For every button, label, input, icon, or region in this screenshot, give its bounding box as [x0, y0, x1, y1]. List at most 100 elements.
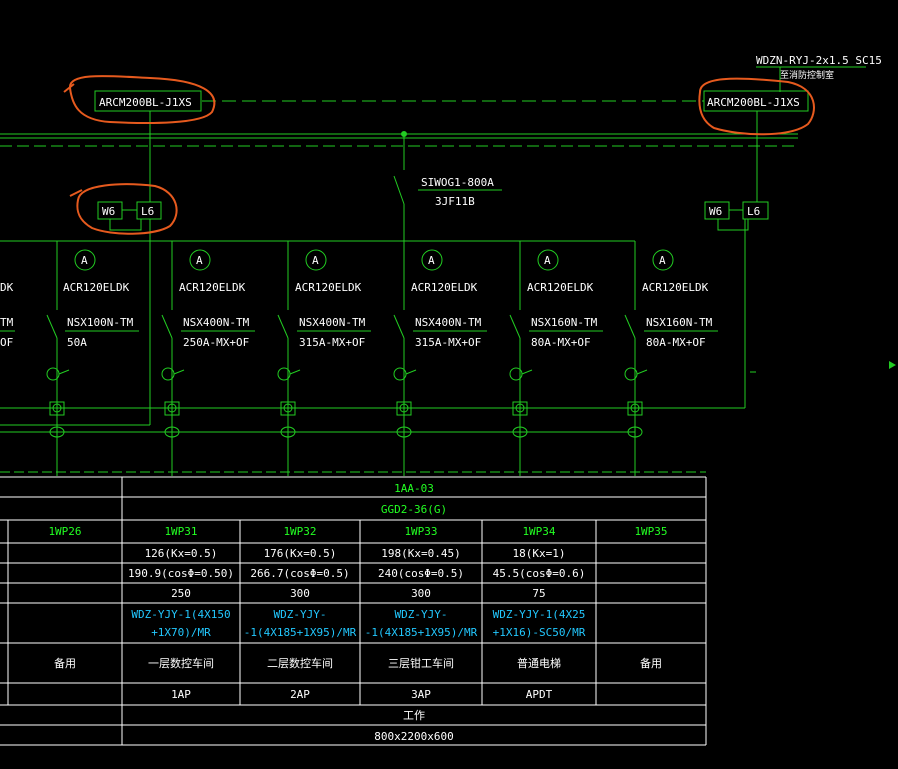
panel-model-cell: GGD2-36(G): [381, 503, 447, 516]
rating-label: 80A-MX+OF: [646, 336, 706, 349]
setting-cell: 250: [171, 587, 191, 600]
footer-size-cell: 800x2200x600: [374, 730, 453, 743]
current-cell: 266.7(cosΦ=0.5): [250, 567, 349, 580]
w6-right-label: W6: [709, 205, 722, 218]
l6-right-label: L6: [747, 205, 760, 218]
meter-label: ACR120ELDK: [63, 281, 130, 294]
code-cell: APDT: [526, 688, 553, 701]
use-cell: 备用: [54, 656, 76, 670]
device-left-label: ARCM200BL-J1XS: [99, 96, 192, 109]
partial-rating-label: OF: [0, 336, 13, 349]
footer-label-cell: 工作: [403, 709, 425, 722]
cable-cell: -1(4X185+1X95)/MR: [365, 626, 478, 639]
meter-label: ACR120ELDK: [527, 281, 594, 294]
circuit-cell: 1WP32: [283, 525, 316, 538]
ammeter-label: A: [312, 254, 319, 267]
meter-label: ACR120ELDK: [179, 281, 246, 294]
feeder-columns: A ACR120ELDK NSX100N-TM 50A A ACR120ELDK NSX40…: [46, 241, 718, 476]
meter-label: ACR120ELDK: [642, 281, 709, 294]
circuit-cell: 1WP31: [164, 525, 197, 538]
circuit-cell: 1WP33: [404, 525, 437, 538]
breaker-contact: [277, 314, 289, 339]
leakage-sensor-tail: [289, 369, 301, 375]
use-cell: 普通电梯: [517, 656, 561, 670]
current-cell: 45.5(cosΦ=0.6): [493, 567, 586, 580]
current-cell: 190.9(cosΦ=0.50): [128, 567, 234, 580]
cable-cell: WDZ-YJY-1(4X25: [493, 608, 586, 621]
cable-note-label: 至消防控制室: [780, 69, 834, 81]
meter-label: ACR120ELDK: [295, 281, 362, 294]
leakage-sensor-tail: [58, 369, 70, 375]
meter-label: ACR120ELDK: [411, 281, 478, 294]
breaker-label: NSX400N-TM: [299, 316, 366, 329]
schedule-table-grid: [0, 476, 707, 746]
leakage-sensor-tail: [405, 369, 417, 375]
circuit-cell: 1WP35: [634, 525, 667, 538]
setting-cell: 75: [532, 587, 545, 600]
code-cell: 2AP: [290, 688, 310, 701]
l6-left-label: L6: [141, 205, 154, 218]
main-breaker-sub-label: 3JF11B: [435, 195, 475, 208]
device-right-label: ARCM200BL-J1XS: [707, 96, 800, 109]
breaker-contact: [161, 314, 173, 339]
ammeter-label: A: [428, 254, 435, 267]
cad-drawing: DK TM OF A ACR120ELDK NSX100N-TM 50A A ACR120…: [0, 54, 896, 746]
load-cell: 198(Kx=0.45): [381, 547, 460, 560]
breaker-label: NSX100N-TM: [67, 316, 134, 329]
feeder-column: A ACR120ELDK NSX400N-TM 250A-MX+OF: [161, 241, 255, 476]
circuit-cell: 1WP34: [522, 525, 555, 538]
cable-spec-label: WDZN-RYJ-2x1.5 SC15: [756, 54, 882, 67]
load-cell: 126(Kx=0.5): [145, 547, 218, 560]
breaker-contact: [624, 314, 636, 339]
breaker-label: NSX160N-TM: [531, 316, 598, 329]
leakage-sensor-tail: [636, 369, 648, 375]
code-cell: 1AP: [171, 688, 191, 701]
rating-label: 315A-MX+OF: [299, 336, 365, 349]
cable-cell: +1X16)-SC50/MR: [493, 626, 586, 639]
breaker-label: NSX400N-TM: [183, 316, 250, 329]
use-cell: 一层数控车间: [148, 656, 214, 670]
use-cell: 二层数控车间: [267, 656, 333, 670]
feeder-column: A ACR120ELDK NSX160N-TM 80A-MX+OF: [509, 241, 603, 476]
panel-id-cell: 1AA-03: [394, 482, 434, 495]
rating-label: 50A: [67, 336, 87, 349]
feeder-column: A ACR120ELDK NSX400N-TM 315A-MX+OF: [393, 241, 487, 476]
partial-feeder: DK TM OF: [0, 281, 15, 349]
breaker-contact: [509, 314, 521, 339]
cable-cell: +1X70)/MR: [151, 626, 211, 639]
partial-breaker-label: TM: [0, 316, 14, 329]
rating-label: 80A-MX+OF: [531, 336, 591, 349]
feeder-column: A ACR120ELDK NSX400N-TM 315A-MX+OF: [277, 241, 371, 476]
use-cell: 三层钳工车间: [388, 656, 454, 670]
load-cell: 176(Kx=0.5): [264, 547, 337, 560]
rating-label: 250A-MX+OF: [183, 336, 249, 349]
load-cell: 18(Kx=1): [513, 547, 566, 560]
cable-cell: WDZ-YJY-1(4X150: [131, 608, 230, 621]
breaker-contact: [46, 314, 58, 339]
leakage-sensor-tail: [173, 369, 185, 375]
feeder-column: A ACR120ELDK NSX100N-TM 50A: [46, 241, 139, 476]
rating-label: 315A-MX+OF: [415, 336, 481, 349]
right-edge-arrow-icon: [889, 361, 896, 369]
current-cell: 240(cosΦ=0.5): [378, 567, 464, 580]
code-cell: 3AP: [411, 688, 431, 701]
use-cell: 备用: [640, 656, 662, 670]
schedule-table-text: 1AA-03 GGD2-36(G) 1WP26 1WP31 1WP32 1WP33 1WP3…: [48, 482, 667, 743]
ammeter-label: A: [659, 254, 666, 267]
breaker-contact: [393, 314, 405, 339]
breaker-label: NSX400N-TM: [415, 316, 482, 329]
feeder-column: A ACR120ELDK NSX160N-TM 80A-MX+OF: [624, 241, 718, 476]
leakage-sensor-tail: [521, 369, 533, 375]
setting-cell: 300: [290, 587, 310, 600]
ammeter-label: A: [544, 254, 551, 267]
breaker-label: NSX160N-TM: [646, 316, 713, 329]
setting-cell: 300: [411, 587, 431, 600]
main-breaker-contact: [393, 175, 405, 205]
cable-cell: -1(4X185+1X95)/MR: [244, 626, 357, 639]
cable-cell: WDZ-YJY-: [395, 608, 448, 621]
main-breaker-label: SIWOG1-800A: [421, 176, 494, 189]
ammeter-label: A: [196, 254, 203, 267]
circuit-cell: 1WP26: [48, 525, 81, 538]
partial-meter-label: DK: [0, 281, 14, 294]
w6-left-label: W6: [102, 205, 115, 218]
